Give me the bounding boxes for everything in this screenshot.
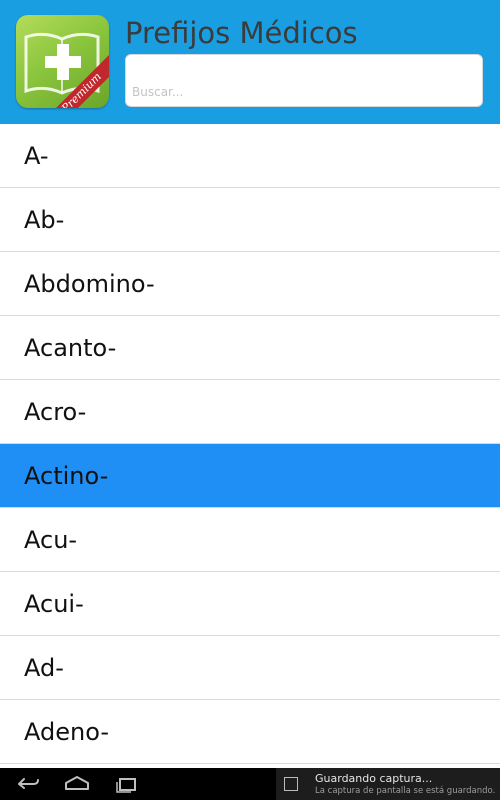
list-item-label: Ab- xyxy=(24,205,65,234)
list-item-label: Acu- xyxy=(24,525,78,554)
list-item[interactable]: Ab- xyxy=(0,188,500,252)
list-item-label: Adeno- xyxy=(24,717,109,746)
list-item-label: Acro- xyxy=(24,397,87,426)
list-item-selected[interactable]: Actino- xyxy=(0,444,500,508)
notification-subtitle: La captura de pantalla se está guardando… xyxy=(315,786,496,796)
list-item-label: A- xyxy=(24,141,49,170)
list-item[interactable]: Acui- xyxy=(0,572,500,636)
back-icon[interactable] xyxy=(13,774,43,794)
list-item-label: Acanto- xyxy=(24,333,117,362)
search-box[interactable] xyxy=(125,54,483,107)
notification-title: Guardando captura... xyxy=(315,772,433,785)
recent-apps-icon[interactable] xyxy=(111,774,141,794)
screenshot-notification[interactable]: Guardando captura... La captura de panta… xyxy=(276,768,500,800)
search-input[interactable] xyxy=(132,83,472,101)
app-logo: Premium xyxy=(16,15,109,108)
home-icon[interactable] xyxy=(62,774,92,794)
list-item-label: Ad- xyxy=(24,653,64,682)
image-icon xyxy=(284,777,298,791)
list-item[interactable]: Adeno- xyxy=(0,700,500,764)
list-item-label: Actino- xyxy=(24,461,109,490)
book-cross-icon: Premium xyxy=(24,32,109,108)
list-item[interactable]: Ad- xyxy=(0,636,500,700)
prefix-list: A- Ab- Abdomino- Acanto- Acro- Actino- A… xyxy=(0,124,500,764)
list-item[interactable]: A- xyxy=(0,124,500,188)
list-item[interactable]: Acro- xyxy=(0,380,500,444)
list-item-label: Abdomino- xyxy=(24,269,155,298)
app-header: Premium Prefijos Médicos xyxy=(0,0,500,124)
list-item[interactable]: Acanto- xyxy=(0,316,500,380)
list-item[interactable]: Acu- xyxy=(0,508,500,572)
list-item-label: Acui- xyxy=(24,589,84,618)
list-item[interactable]: Abdomino- xyxy=(0,252,500,316)
app-title: Prefijos Médicos xyxy=(125,16,358,50)
